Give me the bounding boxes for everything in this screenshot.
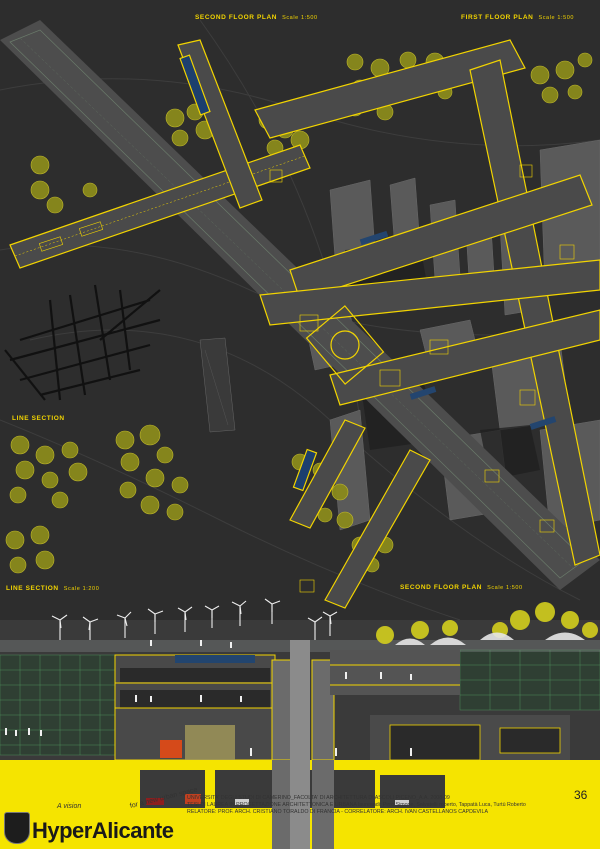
footer-overlay	[140, 760, 445, 849]
page-number: 36	[574, 788, 588, 802]
credits-line: TESI DI LAUREA IN PROGETTAZIONE ARCHITET…	[187, 802, 526, 808]
credits: UNIVERSITA' DEGLI STUDI DI CAMERINO_FACO…	[187, 795, 526, 816]
credits-line: RELATORE: PROF. ARCH. CRISTIANO TORALDO …	[187, 809, 489, 815]
brand-title: HyperAlicante	[32, 818, 174, 843]
university-crest-icon	[4, 812, 30, 844]
credits-line: UNIVERSITA' DEGLI STUDI DI CAMERINO_FACO…	[187, 795, 450, 801]
tagline-a: A vision	[57, 803, 82, 810]
poster: SECOND FLOOR PLAN Scale 1:500 FIRST FLOOR…	[0, 0, 600, 849]
